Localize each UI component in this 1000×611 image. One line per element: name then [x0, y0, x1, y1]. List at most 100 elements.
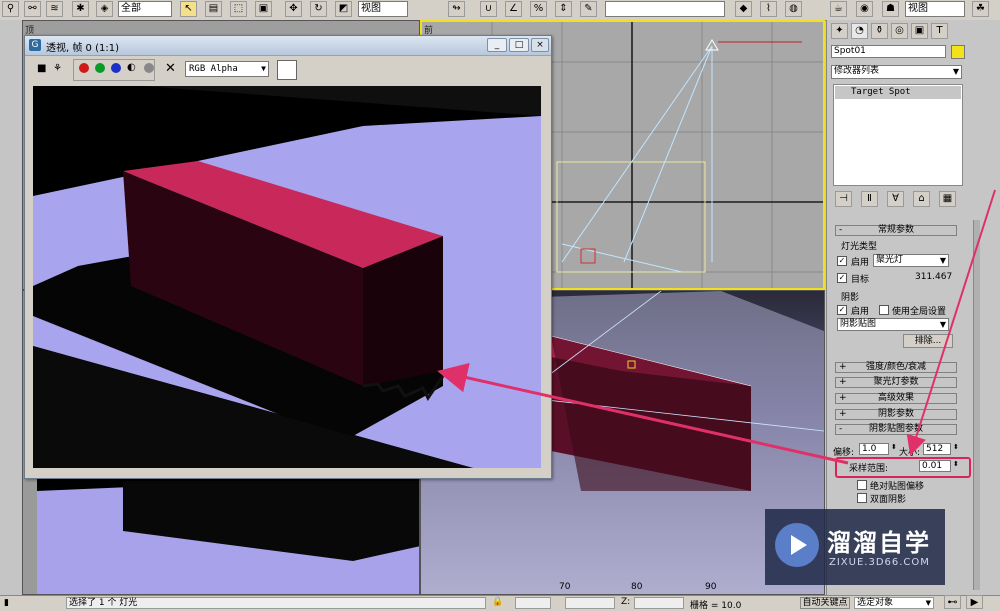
- target-checkbox[interactable]: ✓: [837, 273, 847, 283]
- timeline-tick: 90: [705, 582, 717, 592]
- make-unique-icon[interactable]: ∀: [887, 191, 904, 207]
- sample-range-field[interactable]: 0.01: [919, 460, 951, 472]
- z-coord-field[interactable]: [634, 597, 684, 609]
- size-field[interactable]: 512: [923, 443, 951, 455]
- material-editor-icon[interactable]: ◆: [735, 1, 752, 17]
- alpha-channel-icon[interactable]: ◐: [127, 62, 136, 73]
- region-select-icon[interactable]: ⬚: [230, 1, 247, 17]
- magnet-icon[interactable]: ∪: [480, 1, 497, 17]
- save-image-icon[interactable]: ■: [37, 63, 46, 74]
- render-frame-icon[interactable]: ◉: [856, 1, 873, 17]
- playback-icon[interactable]: ▶: [966, 595, 983, 609]
- green-channel-toggle[interactable]: [95, 63, 105, 73]
- create-tab-icon[interactable]: ✦: [831, 23, 848, 39]
- minimize-button[interactable]: _: [487, 38, 507, 52]
- selection-filter-select[interactable]: 全部: [118, 1, 172, 17]
- channel-display-select[interactable]: RGB Alpha ▼: [185, 61, 269, 77]
- chevron-down-icon: ▼: [261, 64, 266, 73]
- render-icon[interactable]: ◈: [96, 1, 113, 17]
- lock-icon[interactable]: 🔒: [492, 597, 503, 607]
- move-icon[interactable]: ✥: [285, 1, 302, 17]
- select-object-icon[interactable]: ↖: [180, 1, 197, 17]
- auto-key-button[interactable]: 自动关键点: [800, 597, 850, 609]
- red-channel-toggle[interactable]: [79, 63, 89, 73]
- use-global-checkbox[interactable]: [879, 305, 889, 315]
- clone-window-icon[interactable]: ⚘: [53, 63, 62, 74]
- render-type-select[interactable]: 视图: [905, 1, 965, 17]
- angle-snap-icon[interactable]: ∠: [505, 1, 522, 17]
- modifier-list-select[interactable]: 修改器列表 ▼: [831, 65, 962, 79]
- key-mode-icon[interactable]: ⊷: [944, 595, 961, 609]
- close-button[interactable]: ×: [531, 38, 549, 52]
- render-image: [33, 86, 541, 468]
- object-color-swatch[interactable]: [951, 45, 965, 59]
- sample-range-spinner-icon[interactable]: ⬍: [953, 460, 959, 468]
- spinner-snap-icon[interactable]: ⇕: [555, 1, 572, 17]
- rollout-shadow-params[interactable]: + 阴影参数: [835, 409, 957, 420]
- absolute-bias-label: 绝对贴图偏移: [870, 482, 925, 492]
- two-sided-checkbox[interactable]: [857, 493, 867, 503]
- bias-spinner-icon[interactable]: ⬍: [891, 443, 897, 451]
- x-coord-field[interactable]: [515, 597, 551, 609]
- exclude-button[interactable]: 排除...: [903, 334, 953, 348]
- light-type-group-label: 灯光类型: [841, 242, 878, 252]
- modifier-stack[interactable]: Target Spot: [833, 84, 963, 186]
- light-type-select[interactable]: 聚光灯 ▼: [873, 254, 949, 267]
- left-side-toolbar: [0, 20, 23, 595]
- modify-tab-icon[interactable]: ◔: [851, 23, 868, 39]
- edit-named-sel-icon[interactable]: ✎: [580, 1, 597, 17]
- quick-render-icon[interactable]: ☗: [882, 1, 899, 17]
- schematic-icon[interactable]: ◍: [785, 1, 802, 17]
- object-name-field[interactable]: Spot01: [831, 45, 946, 58]
- rendered-frame-window[interactable]: G 透视, 帧 0 (1:1) _ □ × ■ ⚘ ◐ ✕ RGB Alpha …: [24, 35, 552, 479]
- rollout-shadow-map[interactable]: - 阴影贴图参数: [835, 424, 957, 435]
- percent-snap-icon[interactable]: %: [530, 1, 547, 17]
- color-swatch[interactable]: [277, 60, 297, 80]
- utilities-tab-icon[interactable]: T: [931, 23, 948, 39]
- reference-coord-select[interactable]: 视图: [358, 1, 408, 17]
- absolute-bias-checkbox[interactable]: [857, 480, 867, 490]
- target-label: 目标: [851, 275, 870, 285]
- link-icon[interactable]: ⚲: [2, 1, 19, 17]
- blue-channel-toggle[interactable]: [111, 63, 121, 73]
- maximize-button[interactable]: □: [509, 38, 529, 52]
- key-filter-select[interactable]: 选定对象 ▼: [854, 597, 934, 609]
- bias-field[interactable]: 1.0: [859, 443, 889, 455]
- panel-scrollbar[interactable]: [973, 220, 980, 590]
- rollout-intensity[interactable]: + 强度/颜色/衰减: [835, 362, 957, 373]
- display-tab-icon[interactable]: ▣: [911, 23, 928, 39]
- scale-icon[interactable]: ◩: [335, 1, 352, 17]
- rollout-advanced[interactable]: + 高级效果: [835, 393, 957, 404]
- key-filter-value: 选定对象: [857, 598, 894, 608]
- rollout-spotlight[interactable]: + 聚光灯参数: [835, 377, 957, 388]
- window-crossing-icon[interactable]: ▣: [255, 1, 272, 17]
- chevron-down-icon: ▼: [952, 67, 959, 76]
- teapot-icon[interactable]: ☘: [972, 1, 989, 17]
- bind-icon[interactable]: ≋: [46, 1, 63, 17]
- motion-tab-icon[interactable]: ◎: [891, 23, 908, 39]
- monochrome-toggle[interactable]: [144, 63, 154, 73]
- render-setup-icon[interactable]: ☕: [830, 1, 847, 17]
- named-selection-field[interactable]: [605, 1, 725, 17]
- mirror-icon[interactable]: ↬: [448, 1, 465, 17]
- curve-editor-icon[interactable]: ⌇: [760, 1, 777, 17]
- clear-icon[interactable]: ✕: [165, 61, 176, 76]
- shadow-type-select[interactable]: 阴影贴图 ▼: [837, 318, 949, 331]
- hierarchy-tab-icon[interactable]: ⚱: [871, 23, 888, 39]
- stack-item[interactable]: Target Spot: [835, 86, 961, 99]
- light-enable-checkbox[interactable]: ✓: [837, 256, 847, 266]
- timeline-tick: 80: [631, 582, 643, 592]
- y-coord-field[interactable]: [565, 597, 615, 609]
- remove-modifier-icon[interactable]: ⌂: [913, 191, 930, 207]
- shadow-enable-checkbox[interactable]: ✓: [837, 305, 847, 315]
- select-by-name-icon[interactable]: ▤: [205, 1, 222, 17]
- configure-sets-icon[interactable]: ▦: [939, 191, 956, 207]
- unlink-icon[interactable]: ⚯: [24, 1, 41, 17]
- size-spinner-icon[interactable]: ⬍: [953, 443, 959, 451]
- rollout-general-params[interactable]: - 常规参数: [835, 225, 957, 236]
- rotate-icon[interactable]: ↻: [310, 1, 327, 17]
- show-end-result-icon[interactable]: Ⅱ: [861, 191, 878, 207]
- fx-icon[interactable]: ✱: [72, 1, 89, 17]
- pin-stack-icon[interactable]: ⊣: [835, 191, 852, 207]
- render-window-titlebar[interactable]: G 透视, 帧 0 (1:1) _ □ ×: [25, 36, 551, 56]
